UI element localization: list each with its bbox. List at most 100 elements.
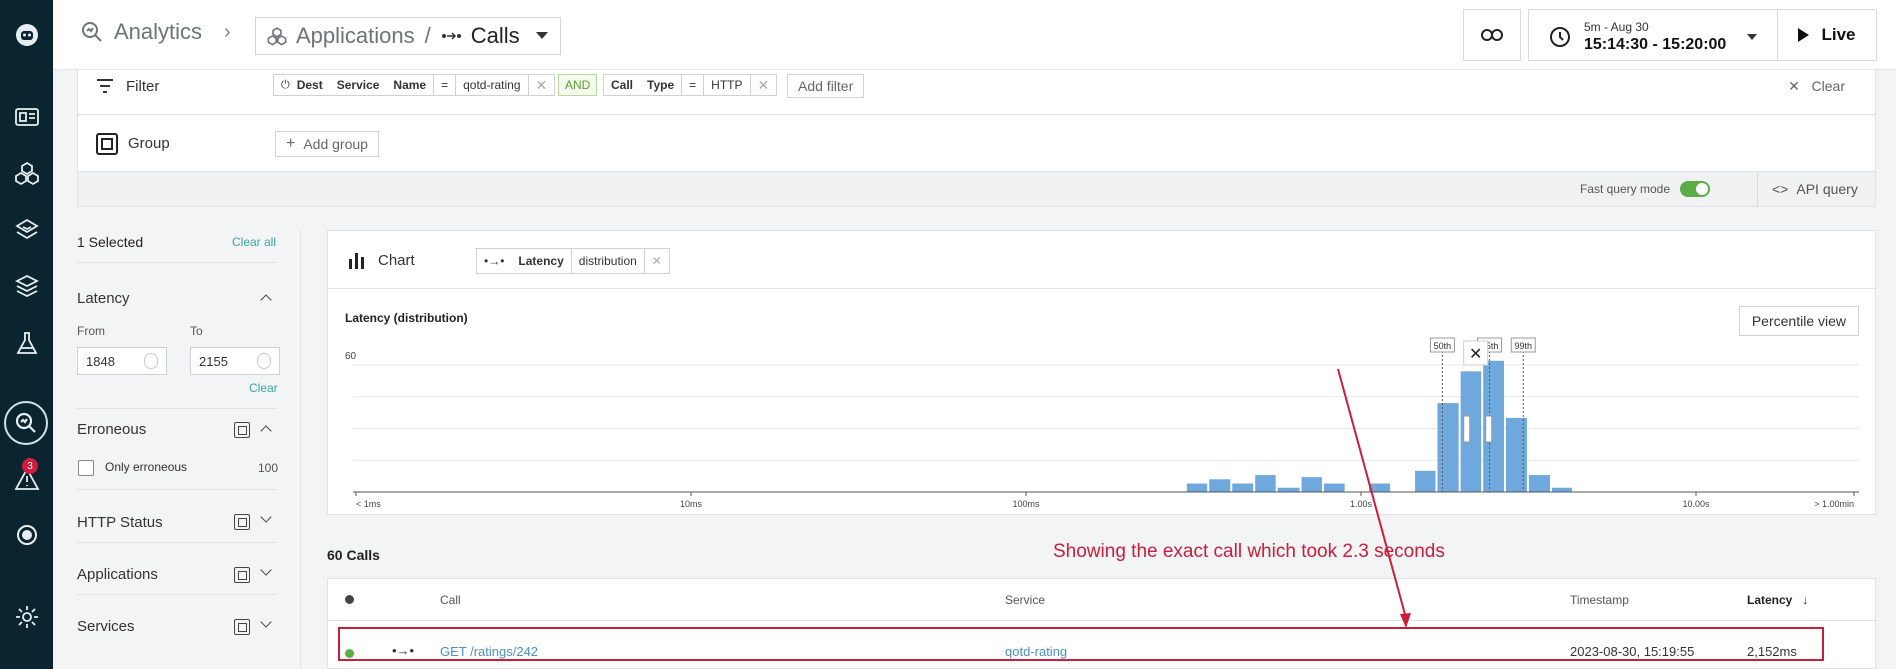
filter-chip-service[interactable]: ⏻ Dest Service Name = qotd-rating ✕ <box>273 74 556 96</box>
chip-entity: Dest <box>296 78 323 92</box>
analytics-icon[interactable] <box>4 401 48 445</box>
left-nav-rail: 3 <box>0 0 53 669</box>
close-icon[interactable]: ✕ <box>527 75 555 95</box>
group-by-icon[interactable] <box>234 567 250 583</box>
add-group-button[interactable]: + Add group <box>275 131 379 157</box>
latency-clear-link[interactable]: Clear <box>249 381 278 395</box>
chevron-up-icon[interactable] <box>260 294 272 306</box>
chevron-down-icon <box>536 32 548 39</box>
column-latency-label: Latency <box>1747 593 1793 607</box>
applications-icon <box>267 27 287 46</box>
histogram-bar <box>1277 487 1300 492</box>
x-tick-label: < 1ms <box>356 499 381 509</box>
panel-divider <box>300 230 301 669</box>
erroneous-section-title[interactable]: Erroneous <box>77 421 146 438</box>
y-tick-label: 60 <box>345 351 357 362</box>
chip-key2: Type <box>647 78 675 92</box>
applications-icon[interactable] <box>0 153 53 193</box>
services-icon[interactable] <box>0 515 53 555</box>
add-filter-button[interactable]: Add filter <box>787 74 865 98</box>
latency-from-input[interactable]: 1848 <box>77 347 167 375</box>
chevron-down-icon[interactable] <box>260 511 272 523</box>
filter-label: Filter <box>126 78 160 95</box>
and-operator[interactable]: AND <box>558 74 598 96</box>
spinner-icon[interactable] <box>144 353 158 369</box>
latency-section-title[interactable]: Latency <box>77 290 130 307</box>
close-icon[interactable]: ✕ <box>749 75 777 95</box>
divider <box>77 542 277 543</box>
selected-count: 1 Selected <box>77 234 144 250</box>
divider <box>77 594 277 595</box>
instana-logo-icon[interactable] <box>0 15 53 55</box>
group-by-icon[interactable] <box>234 619 250 635</box>
current-view-label: Calls <box>470 23 520 48</box>
infrastructure-icon[interactable] <box>0 266 53 306</box>
chip-value: HTTP <box>703 75 749 95</box>
x-tick-label: 10ms <box>680 499 703 509</box>
chevron-down-icon[interactable] <box>260 616 272 628</box>
latency-histogram[interactable]: 60 < 1ms 10ms 100ms 1.00s 10.00s > 1.00min 50th… <box>328 231 1877 516</box>
chevron-up-icon[interactable] <box>260 425 272 437</box>
services-section-title[interactable]: Services <box>77 618 135 635</box>
group-by-icon[interactable] <box>234 422 250 438</box>
histogram-bar <box>1209 479 1231 492</box>
chevron-down-icon[interactable] <box>260 564 272 576</box>
chip-key1: Call <box>611 78 634 92</box>
clear-label: Clear <box>1811 78 1845 94</box>
histogram-bar <box>1301 477 1322 492</box>
copy-link-button[interactable] <box>1463 9 1521 61</box>
api-query-label: API query <box>1796 181 1858 197</box>
percentile-label: 99th <box>1514 341 1532 351</box>
selection-handle <box>1485 415 1493 443</box>
close-icon: ✕ <box>1469 344 1482 363</box>
chip-key2: Name <box>393 78 427 92</box>
http-status-section-title[interactable]: HTTP Status <box>77 514 163 531</box>
latency-from-value: 1848 <box>86 354 115 369</box>
clear-filters-button[interactable]: ✕ Clear <box>1788 78 1845 95</box>
chip-key1: Service <box>336 78 380 92</box>
filter-chip-call-type[interactable]: Call Type = HTTP ✕ <box>603 74 778 96</box>
filter-bar: Filter ⏻ Dest Service Name = qotd-rating… <box>77 70 1876 115</box>
live-button[interactable]: Live <box>1777 9 1877 61</box>
settings-gear-icon[interactable] <box>0 597 53 637</box>
column-service[interactable]: Service <box>1005 593 1045 607</box>
breadcrumb-analytics[interactable]: Analytics <box>114 19 202 45</box>
clear-all-link[interactable]: Clear all <box>232 235 276 249</box>
histogram-bar <box>1437 403 1459 492</box>
live-label: Live <box>1821 25 1856 44</box>
time-range-picker[interactable]: 5m - Aug 30 15:14:30 - 15:20:00 <box>1528 9 1778 61</box>
spinner-icon[interactable] <box>257 353 271 369</box>
fast-query-label: Fast query mode <box>1579 182 1670 196</box>
selection-handle <box>1463 415 1471 443</box>
column-call[interactable]: Call <box>440 593 461 607</box>
applications-section-title[interactable]: Applications <box>77 566 158 583</box>
only-erroneous-checkbox[interactable] <box>78 460 94 476</box>
platforms-icon[interactable] <box>0 210 53 250</box>
application-selector[interactable]: Applications / Calls <box>255 17 561 55</box>
group-by-icon[interactable] <box>234 514 250 530</box>
breadcrumb: Analytics › <box>78 18 253 46</box>
latency-to-value: 2155 <box>199 354 228 369</box>
synthetics-flask-icon[interactable] <box>0 323 53 363</box>
to-label: To <box>190 324 203 338</box>
column-latency[interactable]: Latency ↓ <box>1747 593 1808 607</box>
fast-query-toggle[interactable] <box>1680 181 1710 197</box>
group-bar: Group + Add group <box>77 115 1876 172</box>
chevron-right-icon: › <box>224 20 231 43</box>
link-icon <box>1481 29 1503 41</box>
histogram-bar <box>1255 475 1276 492</box>
api-query-button[interactable]: <> API query <box>1757 172 1865 206</box>
add-group-label: Add group <box>303 136 368 152</box>
filter-icon <box>97 79 113 93</box>
percentile-label: 50th <box>1434 341 1452 351</box>
top-bar: Analytics › Applications / Calls 5m - Au… <box>53 0 1896 70</box>
only-erroneous-label: Only erroneous <box>105 460 188 474</box>
websites-icon[interactable] <box>0 97 53 137</box>
chevron-down-icon <box>1747 34 1757 40</box>
histogram-bar <box>1505 417 1527 492</box>
divider <box>77 489 277 490</box>
latency-to-input[interactable]: 2155 <box>190 347 280 375</box>
column-timestamp[interactable]: Timestamp <box>1570 593 1629 607</box>
annotation-text: Showing the exact call which took 2.3 se… <box>1053 541 1445 562</box>
histogram-bar <box>1232 483 1254 492</box>
